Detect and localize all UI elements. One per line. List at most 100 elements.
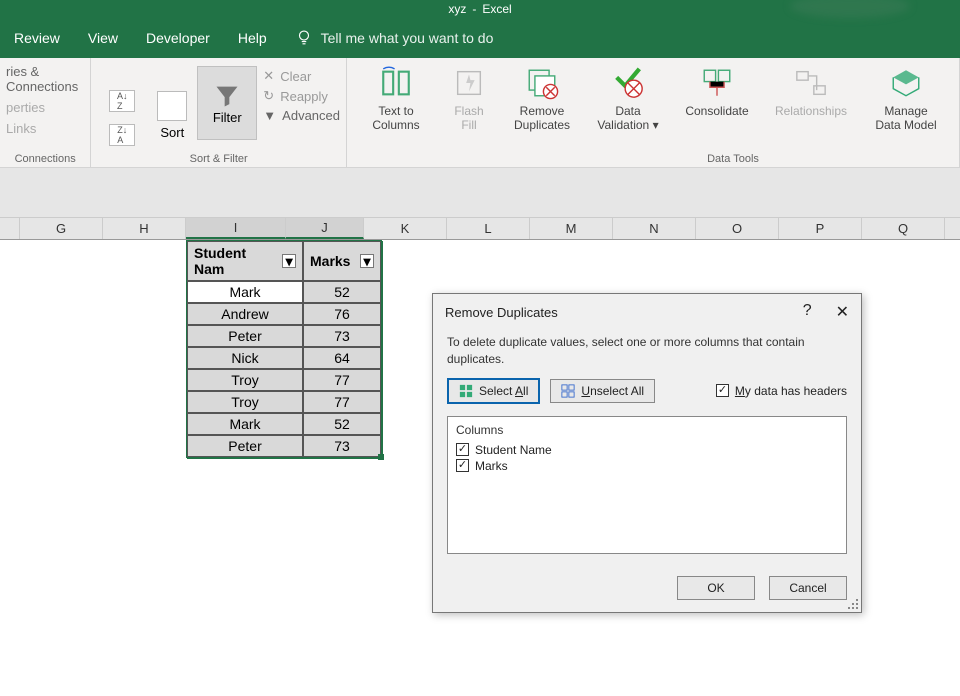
column-item[interactable]: ✓ Marks	[456, 459, 838, 473]
unselect-all-icon	[561, 384, 575, 398]
remove-duplicates-icon	[525, 66, 559, 100]
manage-data-model-button[interactable]: Manage Data Model	[859, 64, 953, 167]
title-bar: xyz - Excel	[0, 0, 960, 18]
checkbox-icon: ✓	[716, 384, 729, 397]
col-N[interactable]: N	[613, 218, 696, 239]
advanced-filter-button[interactable]: ▼ Advanced	[263, 108, 340, 123]
group-label-connections: Connections	[0, 153, 90, 165]
filter-label: Filter	[213, 110, 242, 125]
tab-help[interactable]: Help	[224, 18, 281, 58]
tab-view[interactable]: View	[74, 18, 132, 58]
col-J[interactable]: J	[286, 218, 364, 239]
tab-developer[interactable]: Developer	[132, 18, 224, 58]
app-title: Excel	[482, 2, 511, 16]
advanced-label: Advanced	[282, 108, 340, 123]
header-student-label: Student Nam	[194, 245, 278, 277]
col-L[interactable]: L	[447, 218, 530, 239]
checkbox-icon: ✓	[456, 443, 469, 456]
cell[interactable]: 52	[303, 413, 381, 435]
col-K[interactable]: K	[364, 218, 447, 239]
table-header-row: Student Nam ▾ Marks ▾	[187, 241, 381, 281]
col-Q[interactable]: Q	[862, 218, 945, 239]
col-G[interactable]: G	[20, 218, 103, 239]
remove-duplicates-button[interactable]: Remove Duplicates	[499, 64, 585, 167]
col-O[interactable]: O	[696, 218, 779, 239]
header-student-name[interactable]: Student Nam ▾	[187, 241, 303, 281]
cell[interactable]: Troy	[187, 369, 303, 391]
cell[interactable]: 77	[303, 369, 381, 391]
text-columns-label: Text to Columns	[372, 104, 419, 133]
close-icon[interactable]: ✕	[836, 302, 849, 322]
col-I[interactable]: I	[186, 218, 286, 239]
flash-fill-button[interactable]: Flash Fill	[439, 64, 499, 167]
group-data-tools: Text to Columns Flash Fill Remove Duplic…	[347, 58, 960, 167]
formula-bar-area	[0, 168, 960, 218]
columns-listbox[interactable]: Columns ✓ Student Name ✓ Marks	[447, 416, 847, 554]
resize-grip[interactable]	[846, 597, 858, 609]
cell[interactable]: Peter	[187, 435, 303, 457]
col-H[interactable]: H	[103, 218, 186, 239]
unselect-all-button[interactable]: Unselect All	[550, 379, 655, 403]
cell[interactable]: Troy	[187, 391, 303, 413]
sort-asc-button[interactable]: A↓Z	[109, 90, 135, 112]
sort-desc-button[interactable]: Z↓A	[109, 124, 135, 146]
clear-icon: ✕	[263, 68, 274, 84]
filter-dropdown-icon[interactable]: ▾	[282, 254, 296, 268]
tab-review[interactable]: Review	[0, 18, 74, 58]
flash-fill-icon	[452, 66, 486, 100]
relationships-button[interactable]: Relationships	[763, 64, 859, 167]
table-row: Peter73	[187, 325, 381, 347]
col-P[interactable]: P	[779, 218, 862, 239]
cell[interactable]: 73	[303, 435, 381, 457]
decorative-smudge	[790, 0, 910, 18]
cell[interactable]: Nick	[187, 347, 303, 369]
clear-filter-button[interactable]: ✕ Clear	[263, 68, 340, 84]
cell[interactable]: 52	[303, 281, 381, 303]
cell[interactable]: Peter	[187, 325, 303, 347]
cancel-button[interactable]: Cancel	[769, 576, 847, 600]
selection-handle[interactable]	[378, 454, 384, 460]
ok-button[interactable]: OK	[677, 576, 755, 600]
sort-button[interactable]: Sort	[160, 125, 184, 140]
consolidate-button[interactable]: Consolidate	[671, 64, 763, 167]
ribbon-tabs: Review View Developer Help Tell me what …	[0, 18, 960, 58]
cell[interactable]: Andrew	[187, 303, 303, 325]
filter-dropdown-icon[interactable]: ▾	[360, 254, 374, 268]
select-all-icon	[459, 384, 473, 398]
queries-connections[interactable]: ries & Connections	[6, 64, 84, 94]
group-sort-filter: A↓Z Z↓A Sort Filter ✕ Clear ↻ Reapply ▼ …	[91, 58, 347, 167]
cell[interactable]: 73	[303, 325, 381, 347]
select-all-button[interactable]: Select All	[447, 378, 540, 404]
header-marks[interactable]: Marks ▾	[303, 241, 381, 281]
group-connections: ries & Connections perties Links Connect…	[0, 58, 91, 167]
dropdown-icon: ▾	[653, 118, 659, 132]
ribbon: ries & Connections perties Links Connect…	[0, 58, 960, 168]
filter-button[interactable]: Filter	[197, 66, 257, 140]
table-row: Mark52	[187, 281, 381, 303]
help-icon[interactable]: ?	[803, 302, 812, 322]
edit-links[interactable]: Links	[6, 121, 84, 136]
cell[interactable]: Mark	[187, 281, 303, 303]
cell[interactable]: 64	[303, 347, 381, 369]
properties[interactable]: perties	[6, 100, 84, 115]
relationships-label: Relationships	[775, 104, 847, 118]
cell[interactable]: 76	[303, 303, 381, 325]
headers-checkbox[interactable]: ✓ My data has headers	[716, 384, 847, 398]
col-M[interactable]: M	[530, 218, 613, 239]
reapply-button[interactable]: ↻ Reapply	[263, 88, 340, 104]
table-row: Troy77	[187, 391, 381, 413]
doc-title: xyz	[448, 2, 466, 16]
text-to-columns-button[interactable]: Text to Columns	[353, 64, 439, 167]
advanced-icon: ▼	[263, 108, 276, 123]
column-item-label: Student Name	[475, 443, 552, 457]
column-item[interactable]: ✓ Student Name	[456, 443, 838, 457]
cell[interactable]: Mark	[187, 413, 303, 435]
tell-me-search[interactable]: Tell me what you want to do	[321, 30, 494, 46]
table-row: Nick64	[187, 347, 381, 369]
dialog-title: Remove Duplicates	[445, 305, 558, 320]
reapply-label: Reapply	[280, 89, 328, 104]
remove-duplicates-label: Remove Duplicates	[514, 104, 570, 133]
data-validation-button[interactable]: Data Validation ▾	[585, 64, 671, 167]
clear-label: Clear	[280, 69, 311, 84]
cell[interactable]: 77	[303, 391, 381, 413]
